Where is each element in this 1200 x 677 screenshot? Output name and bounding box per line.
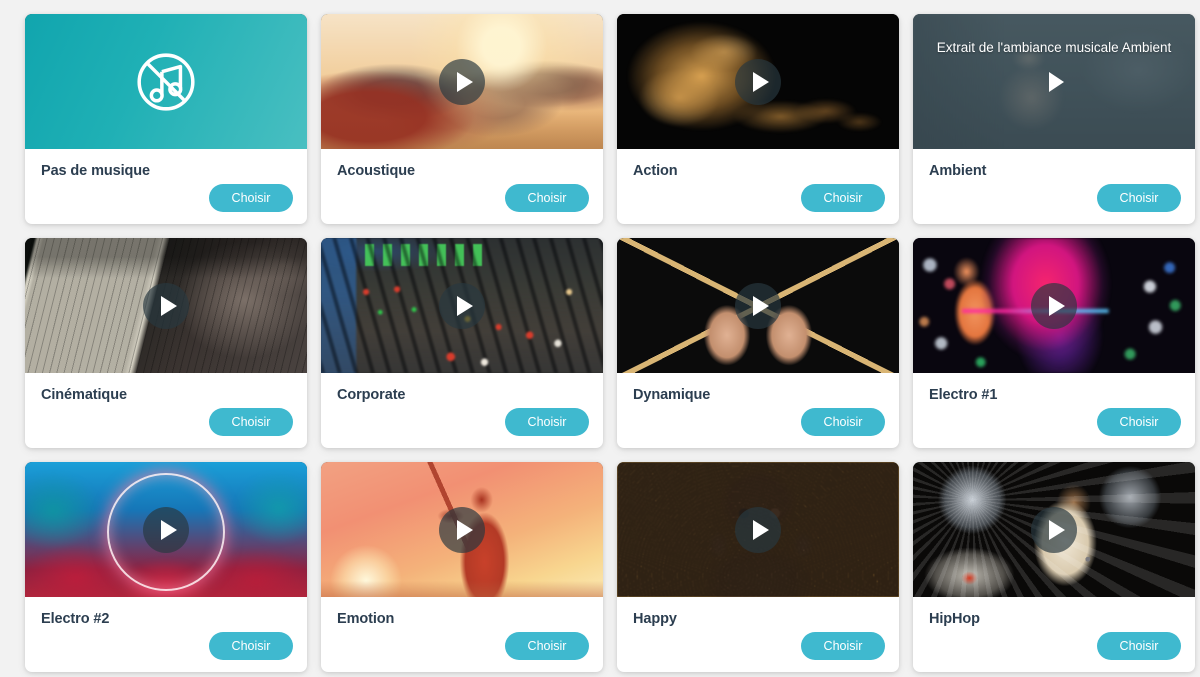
card-title: HipHop xyxy=(929,611,980,627)
card-title: Electro #2 xyxy=(41,611,110,627)
play-icon[interactable] xyxy=(1034,62,1074,102)
music-card-acoustique[interactable]: Acoustique Choisir xyxy=(321,14,603,224)
no-music-icon xyxy=(137,52,195,111)
card-meta: Pas de musique Choisir xyxy=(25,149,307,224)
play-icon[interactable] xyxy=(439,282,485,329)
choose-button[interactable]: Choisir xyxy=(1097,632,1181,660)
choose-button[interactable]: Choisir xyxy=(505,632,589,660)
music-card-emotion[interactable]: Emotion Choisir xyxy=(321,462,603,672)
card-thumbnail xyxy=(321,14,603,149)
card-thumbnail xyxy=(617,14,899,149)
ambient-overlay-caption: Extrait de l'ambiance musicale Ambient xyxy=(936,40,1172,55)
music-ambience-grid: Pas de musique Choisir Acoustique Choisi… xyxy=(0,0,1200,672)
card-thumbnail xyxy=(25,14,307,149)
play-icon[interactable] xyxy=(735,58,781,105)
music-card-hiphop[interactable]: HipHop Choisir xyxy=(913,462,1195,672)
card-meta: Dynamique Choisir xyxy=(617,373,899,448)
card-title: Acoustique xyxy=(337,163,415,179)
card-title: Pas de musique xyxy=(41,163,150,179)
choose-button[interactable]: Choisir xyxy=(209,184,293,212)
card-title: Action xyxy=(633,163,678,179)
card-thumbnail xyxy=(913,238,1195,373)
no-music-artwork xyxy=(25,14,307,149)
play-icon[interactable] xyxy=(143,282,189,329)
card-title: Corporate xyxy=(337,387,406,403)
card-meta: Ambient Choisir xyxy=(913,149,1195,224)
card-thumbnail xyxy=(25,462,307,597)
card-thumbnail xyxy=(321,462,603,597)
choose-button[interactable]: Choisir xyxy=(1097,184,1181,212)
play-icon[interactable] xyxy=(1031,506,1077,553)
card-meta: Emotion Choisir xyxy=(321,597,603,672)
music-card-action[interactable]: Action Choisir xyxy=(617,14,899,224)
card-title: Emotion xyxy=(337,611,395,627)
choose-button[interactable]: Choisir xyxy=(801,632,885,660)
choose-button[interactable]: Choisir xyxy=(505,408,589,436)
card-meta: Corporate Choisir xyxy=(321,373,603,448)
card-thumbnail xyxy=(321,238,603,373)
card-thumbnail: Extrait de l'ambiance musicale Ambient xyxy=(913,14,1195,149)
choose-button[interactable]: Choisir xyxy=(1097,408,1181,436)
choose-button[interactable]: Choisir xyxy=(505,184,589,212)
music-card-electro-1[interactable]: Electro #1 Choisir xyxy=(913,238,1195,448)
card-meta: Happy Choisir xyxy=(617,597,899,672)
card-meta: Electro #2 Choisir xyxy=(25,597,307,672)
card-meta: HipHop Choisir xyxy=(913,597,1195,672)
music-card-happy[interactable]: Happy Choisir xyxy=(617,462,899,672)
music-card-ambient[interactable]: Extrait de l'ambiance musicale Ambient A… xyxy=(913,14,1195,224)
music-card-electro-2[interactable]: Electro #2 Choisir xyxy=(25,462,307,672)
music-card-pas-de-musique[interactable]: Pas de musique Choisir xyxy=(25,14,307,224)
card-title: Cinématique xyxy=(41,387,127,403)
play-icon[interactable] xyxy=(439,506,485,553)
choose-button[interactable]: Choisir xyxy=(801,184,885,212)
music-card-cinematique[interactable]: Cinématique Choisir xyxy=(25,238,307,448)
card-meta: Cinématique Choisir xyxy=(25,373,307,448)
card-title: Dynamique xyxy=(633,387,711,403)
choose-button[interactable]: Choisir xyxy=(801,408,885,436)
choose-button[interactable]: Choisir xyxy=(209,408,293,436)
play-icon[interactable] xyxy=(439,58,485,105)
card-title: Electro #1 xyxy=(929,387,998,403)
play-icon[interactable] xyxy=(735,506,781,553)
play-icon[interactable] xyxy=(735,282,781,329)
card-thumbnail xyxy=(25,238,307,373)
card-meta: Action Choisir xyxy=(617,149,899,224)
card-thumbnail xyxy=(617,238,899,373)
card-meta: Electro #1 Choisir xyxy=(913,373,1195,448)
play-icon[interactable] xyxy=(143,506,189,553)
music-card-corporate[interactable]: Corporate Choisir xyxy=(321,238,603,448)
card-thumbnail xyxy=(617,462,899,597)
card-title: Happy xyxy=(633,611,677,627)
choose-button[interactable]: Choisir xyxy=(209,632,293,660)
card-title: Ambient xyxy=(929,163,987,179)
card-meta: Acoustique Choisir xyxy=(321,149,603,224)
card-thumbnail xyxy=(913,462,1195,597)
play-icon[interactable] xyxy=(1031,282,1077,329)
music-card-dynamique[interactable]: Dynamique Choisir xyxy=(617,238,899,448)
